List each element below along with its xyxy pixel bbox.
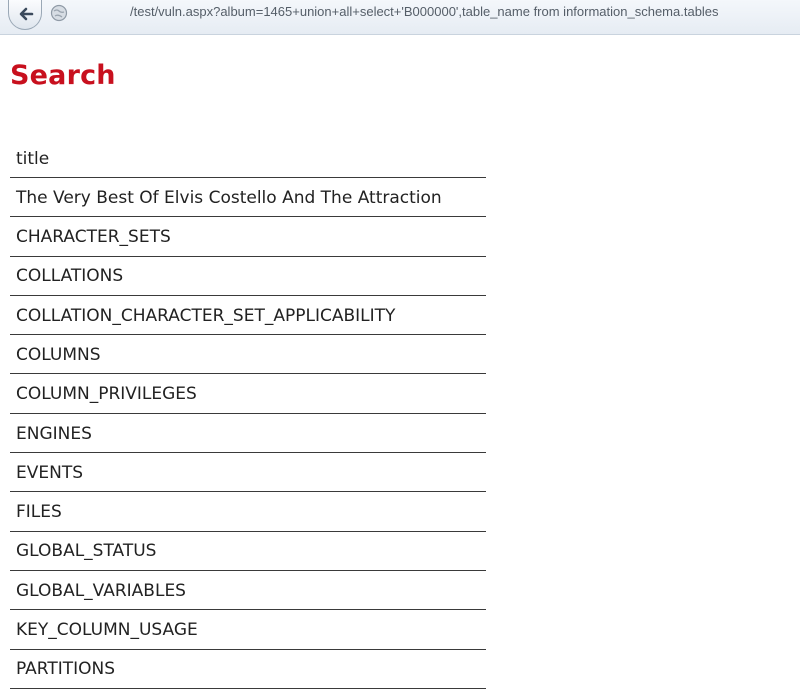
back-button[interactable] — [8, 0, 42, 30]
table-row: PARTITIONS — [10, 651, 486, 689]
page-title: Search — [10, 60, 116, 91]
table-row: EVENTS — [10, 454, 486, 493]
results-table: title The Very Best Of Elvis Costello An… — [10, 140, 486, 690]
table-row: The Very Best Of Elvis Costello And The … — [10, 179, 486, 218]
address-bar-url[interactable]: /test/vuln.aspx?album=1465+union+all+sel… — [130, 4, 800, 19]
table-row: COLUMNS — [10, 336, 486, 375]
table-row: ENGINES — [10, 415, 486, 454]
table-row: CHARACTER_SETS — [10, 219, 486, 257]
table-row: COLLATIONS — [10, 258, 486, 296]
table-row: COLUMN_PRIVILEGES — [10, 376, 486, 414]
table-row: FILES — [10, 494, 486, 532]
table-row: KEY_COLUMN_USAGE — [10, 612, 486, 650]
browser-toolbar: /test/vuln.aspx?album=1465+union+all+sel… — [0, 0, 800, 35]
globe-icon — [50, 4, 68, 22]
table-header-title: title — [10, 140, 486, 178]
table-row: GLOBAL_VARIABLES — [10, 572, 486, 611]
table-row: GLOBAL_STATUS — [10, 533, 486, 571]
back-arrow-icon — [19, 7, 34, 21]
table-row: COLLATION_CHARACTER_SET_APPLICABILITY — [10, 297, 486, 336]
